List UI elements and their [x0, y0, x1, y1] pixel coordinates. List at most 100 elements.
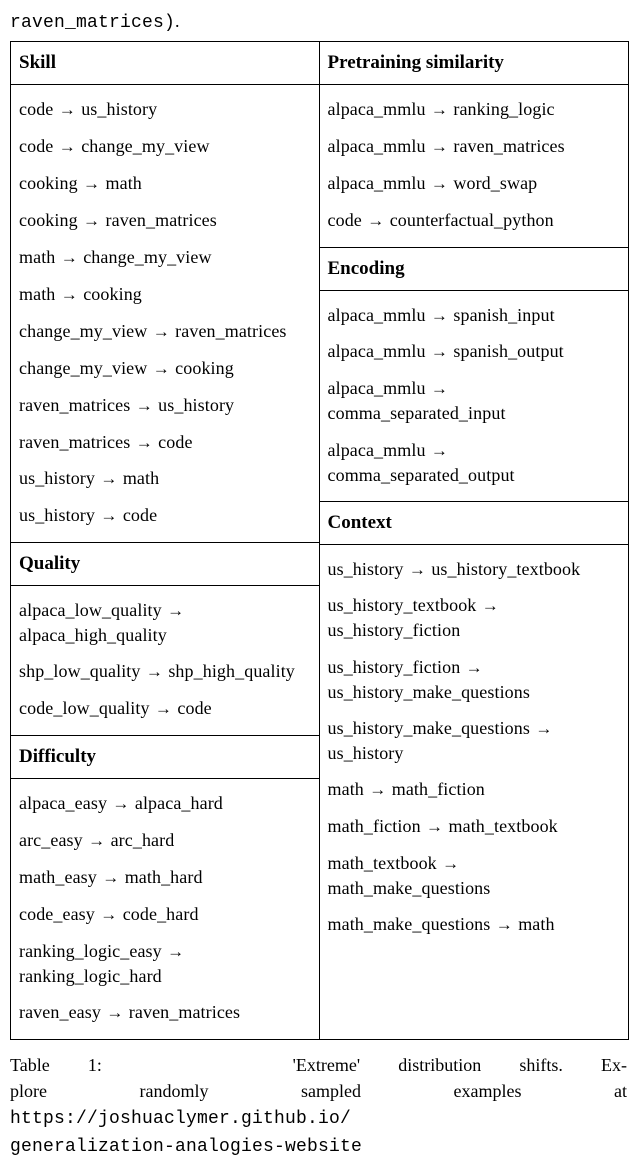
section-header: Difficulty — [11, 735, 319, 779]
shift-to: us_history — [81, 99, 157, 119]
arrow-icon: → — [95, 469, 123, 488]
shift-from: math — [19, 247, 55, 267]
shift-from: us_history — [19, 468, 95, 488]
table-left-column: Skillcode → us_historycode → change_my_v… — [11, 42, 320, 1038]
shift-to: word_swap — [453, 173, 537, 193]
caption-text-5: examples — [454, 1081, 522, 1101]
shift-to: math — [106, 173, 142, 193]
shift-from: arc_easy — [19, 830, 83, 850]
shift-to: code_hard — [123, 904, 199, 924]
table-section: Contextus_history → us_history_textbooku… — [320, 501, 629, 951]
shift-item: alpaca_mmlu → spanish_input — [328, 303, 621, 328]
shift-to: alpaca_high_quality — [19, 625, 167, 645]
arrow-icon: → — [78, 174, 106, 193]
shift-from: alpaca_mmlu — [328, 440, 426, 460]
table-section: Skillcode → us_historycode → change_my_v… — [11, 42, 319, 542]
shift-from: alpaca_mmlu — [328, 378, 426, 398]
pre-text: raven_matrices). — [10, 10, 630, 35]
table-section: Pretraining similarityalpaca_mmlu → rank… — [320, 42, 629, 246]
caption-url-1: https://joshuaclymer.github.io/ — [10, 1109, 351, 1129]
shift-to: code — [123, 505, 157, 525]
arrow-icon: → — [83, 831, 111, 850]
shift-from: us_history_make_questions — [328, 718, 531, 738]
shift-from: change_my_view — [19, 358, 147, 378]
section-header: Encoding — [320, 247, 629, 291]
section-body: us_history → us_history_textbookus_histo… — [320, 545, 629, 952]
section-header: Quality — [11, 542, 319, 586]
shift-from: raven_matrices — [19, 395, 130, 415]
caption-text-1: 'Extreme' distribution shifts. Ex- — [293, 1055, 627, 1075]
shift-item: us_history_textbook → us_history_fiction — [328, 593, 621, 642]
shift-from: ranking_logic_easy — [19, 941, 162, 961]
shift-from: alpaca_mmlu — [328, 173, 426, 193]
shift-to: change_my_view — [81, 136, 209, 156]
shift-from: shp_low_quality — [19, 661, 141, 681]
caption-text-6: at — [614, 1081, 627, 1101]
shift-item: alpaca_mmlu → comma_separated_input — [328, 376, 621, 425]
arrow-icon: → — [150, 699, 178, 718]
distribution-shifts-table: Skillcode → us_historycode → change_my_v… — [10, 41, 629, 1039]
shift-to: math_hard — [125, 867, 203, 887]
arrow-icon: → — [162, 942, 185, 961]
arrow-icon: → — [437, 854, 460, 873]
shift-to: spanish_output — [453, 341, 563, 361]
shift-item: change_my_view → cooking — [19, 356, 311, 381]
shift-to: us_history_fiction — [328, 620, 461, 640]
shift-from: raven_easy — [19, 1002, 101, 1022]
shift-item: shp_low_quality → shp_high_quality — [19, 659, 311, 684]
shift-item: arc_easy → arc_hard — [19, 828, 311, 853]
table-section: Difficultyalpaca_easy → alpaca_hardarc_e… — [11, 735, 319, 1039]
arrow-icon: → — [97, 868, 125, 887]
shift-item: change_my_view → raven_matrices — [19, 319, 311, 344]
shift-item: alpaca_low_quality → alpaca_high_quality — [19, 598, 311, 647]
shift-item: alpaca_mmlu → raven_matrices — [328, 134, 621, 159]
arrow-icon: → — [55, 285, 83, 304]
shift-from: alpaca_mmlu — [328, 136, 426, 156]
shift-to: ranking_logic — [453, 99, 554, 119]
arrow-icon: → — [130, 433, 158, 452]
shift-to: arc_hard — [111, 830, 175, 850]
shift-from: code_easy — [19, 904, 95, 924]
shift-item: alpaca_mmlu → word_swap — [328, 171, 621, 196]
caption-url-2: generalization-analogies-website — [10, 1137, 362, 1157]
arrow-icon: → — [490, 915, 518, 934]
shift-item: cooking → math — [19, 171, 311, 196]
shift-from: code — [19, 99, 53, 119]
shift-from: alpaca_mmlu — [328, 305, 426, 325]
shift-to: us_history_make_questions — [328, 682, 531, 702]
shift-from: change_my_view — [19, 321, 147, 341]
shift-item: math_make_questions → math — [328, 912, 621, 937]
shift-from: math_fiction — [328, 816, 421, 836]
arrow-icon: → — [364, 780, 392, 799]
caption-text-4: sampled — [301, 1081, 361, 1101]
shift-to: code — [177, 698, 211, 718]
shift-from: math_easy — [19, 867, 97, 887]
shift-to: ranking_logic_hard — [19, 966, 162, 986]
arrow-icon: → — [147, 322, 175, 341]
shift-from: cooking — [19, 210, 78, 230]
shift-to: math_fiction — [392, 779, 485, 799]
caption-label: Table 1: — [10, 1055, 102, 1075]
shift-to: math — [123, 468, 159, 488]
shift-to: math — [518, 914, 554, 934]
arrow-icon: → — [476, 596, 499, 615]
arrow-icon: → — [426, 441, 449, 460]
shift-item: raven_matrices → code — [19, 430, 311, 455]
arrow-icon: → — [426, 306, 454, 325]
shift-from: cooking — [19, 173, 78, 193]
shift-item: alpaca_mmlu → comma_separated_output — [328, 438, 621, 487]
shift-to: comma_separated_input — [328, 403, 506, 423]
shift-item: math_textbook → math_make_questions — [328, 851, 621, 900]
shift-item: code_easy → code_hard — [19, 902, 311, 927]
shift-from: us_history — [328, 559, 404, 579]
shift-from: us_history_textbook — [328, 595, 477, 615]
arrow-icon: → — [426, 174, 454, 193]
arrow-icon: → — [530, 719, 553, 738]
pre-fragment-code: raven_matrices) — [10, 13, 175, 33]
shift-item: code → counterfactual_python — [328, 208, 621, 233]
shift-to: math_textbook — [449, 816, 558, 836]
shift-to: shp_high_quality — [168, 661, 295, 681]
shift-item: alpaca_mmlu → ranking_logic — [328, 97, 621, 122]
arrow-icon: → — [101, 1003, 129, 1022]
shift-item: ranking_logic_easy → ranking_logic_hard — [19, 939, 311, 988]
